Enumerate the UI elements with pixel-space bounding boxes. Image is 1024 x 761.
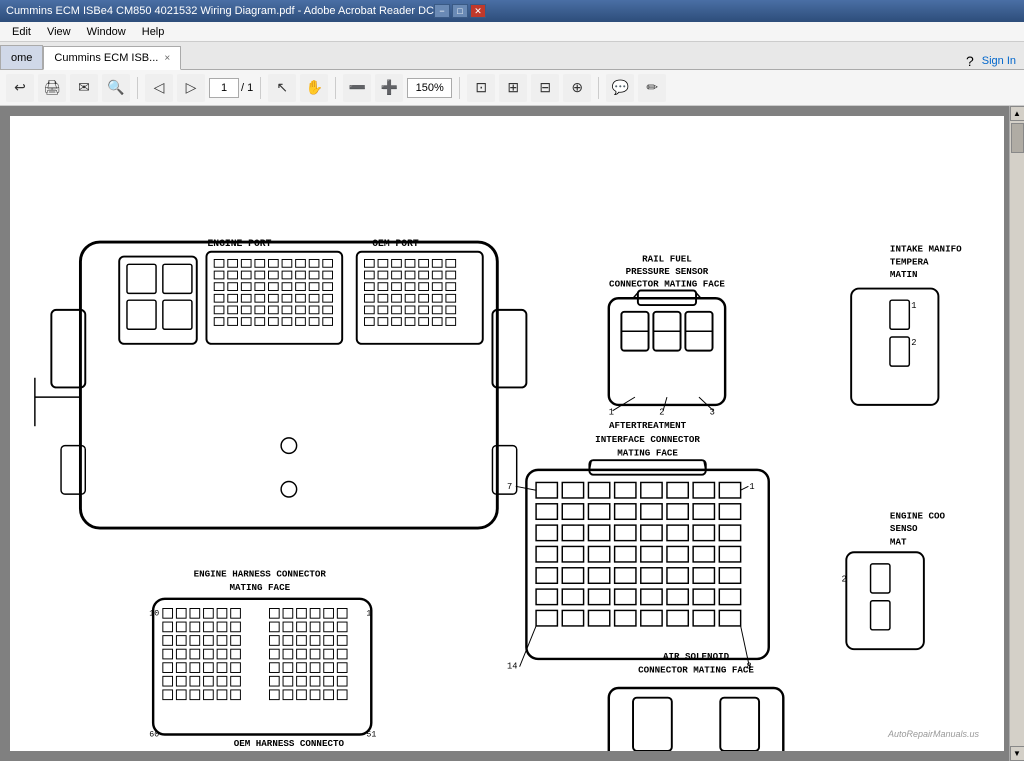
svg-text:MATING FACE: MATING FACE [229, 582, 290, 593]
svg-text:2: 2 [911, 338, 916, 348]
svg-text:TEMPERA: TEMPERA [890, 256, 929, 267]
svg-text:INTAKE MANIFO: INTAKE MANIFO [890, 244, 962, 255]
fit-width-button[interactable]: ⊞ [499, 74, 527, 102]
page-input[interactable] [209, 78, 239, 98]
toolbar: ↩ 🖨 ✉ 🔍 ◁ ▷ / 1 ↖ ✋ ➖ ➕ ⊡ ⊞ ⊟ ⊕ 💬 ✏ [0, 70, 1024, 106]
separator-1 [137, 77, 138, 99]
hand-tool-button[interactable]: ✋ [300, 74, 328, 102]
svg-text:10: 10 [149, 609, 159, 618]
next-page-button[interactable]: ▷ [177, 74, 205, 102]
home-tab[interactable]: ome [0, 45, 43, 69]
menu-window[interactable]: Window [79, 24, 134, 40]
ecm-module: ENGINE PORT OEM PORT [51, 238, 526, 528]
fit-page-button[interactable]: ⊡ [467, 74, 495, 102]
zoom-in-button[interactable]: ➕ [375, 74, 403, 102]
sign-in-link[interactable]: Sign In [982, 55, 1016, 67]
technical-drawing: ENGINE PORT OEM PORT RAIL FUEL PRESSURE … [10, 116, 1004, 751]
menu-edit[interactable]: Edit [4, 24, 39, 40]
intake-manifold-connector: INTAKE MANIFO TEMPERA MATIN 1 2 [851, 244, 962, 405]
fit-window-button[interactable]: ⊟ [531, 74, 559, 102]
draw-button[interactable]: ✏ [638, 74, 666, 102]
svg-text:1: 1 [749, 482, 754, 492]
title-bar: Cummins ECM ISBe4 CM850 4021532 Wiring D… [0, 0, 1024, 22]
tab-bar: ome Cummins ECM ISB... × ? Sign In [0, 42, 1024, 70]
separator-2 [260, 77, 261, 99]
zoom-input[interactable] [407, 78, 452, 98]
minimize-button[interactable]: − [434, 4, 450, 18]
svg-text:CONNECTOR MATING FACE: CONNECTOR MATING FACE [638, 664, 754, 675]
svg-text:MAT: MAT [890, 537, 907, 548]
svg-text:SENSO: SENSO [890, 523, 918, 534]
menu-help[interactable]: Help [134, 24, 173, 40]
search-button[interactable]: 🔍 [102, 74, 130, 102]
scroll-down-button[interactable]: ▼ [1010, 746, 1024, 761]
select-tool-button[interactable]: ↖ [268, 74, 296, 102]
svg-text:51: 51 [366, 730, 376, 739]
svg-text:RAIL FUEL: RAIL FUEL [642, 253, 692, 264]
title-bar-controls: − □ ✕ [434, 4, 486, 18]
main-area: ENGINE PORT OEM PORT RAIL FUEL PRESSURE … [0, 106, 1024, 761]
separator-5 [598, 77, 599, 99]
watermark: AutoRepairManuals.us [888, 729, 979, 739]
print-button[interactable]: 🖨 [38, 74, 66, 102]
aftertreatment-connector: AFTERTREATMENT INTERFACE CONNECTOR MATIN… [507, 420, 769, 671]
svg-text:MATING FACE: MATING FACE [617, 447, 678, 458]
svg-text:1: 1 [609, 408, 614, 418]
menu-view[interactable]: View [39, 24, 79, 40]
email-button[interactable]: ✉ [70, 74, 98, 102]
scrollbar[interactable]: ▲ ▼ [1009, 106, 1024, 761]
svg-text:MATIN: MATIN [890, 269, 918, 280]
scroll-up-button[interactable]: ▲ [1010, 106, 1024, 121]
zoom-out-button[interactable]: ➖ [343, 74, 371, 102]
svg-text:AFTERTREATMENT: AFTERTREATMENT [609, 420, 687, 431]
engine-harness-connector: ENGINE HARNESS CONNECTOR MATING FACE [149, 568, 376, 739]
back-button[interactable]: ↩ [6, 74, 34, 102]
svg-text:60: 60 [149, 730, 159, 739]
oem-port-label: OEM PORT [372, 238, 419, 249]
comment-button[interactable]: 💬 [606, 74, 634, 102]
tab-right-controls: ? Sign In [958, 53, 1024, 69]
scroll-thumb[interactable] [1011, 123, 1024, 153]
menu-bar: Edit View Window Help [0, 22, 1024, 42]
engine-port-label: ENGINE PORT [207, 238, 271, 249]
svg-text:ENGINE HARNESS CONNECTOR: ENGINE HARNESS CONNECTOR [194, 568, 327, 579]
close-button[interactable]: ✕ [470, 4, 486, 18]
tab-close-button[interactable]: × [164, 53, 170, 64]
help-icon[interactable]: ? [966, 53, 974, 69]
title-bar-text: Cummins ECM ISBe4 CM850 4021532 Wiring D… [6, 5, 434, 17]
svg-text:INTERFACE CONNECTOR: INTERFACE CONNECTOR [595, 434, 700, 445]
page-total: / 1 [241, 82, 253, 94]
maximize-button[interactable]: □ [452, 4, 468, 18]
engine-coolant-connector: ENGINE COO SENSO MAT 2 [841, 510, 945, 649]
separator-4 [459, 77, 460, 99]
svg-text:14: 14 [507, 662, 517, 672]
svg-text:CONNECTOR MATING FACE: CONNECTOR MATING FACE [609, 279, 725, 290]
rotate-button[interactable]: ⊕ [563, 74, 591, 102]
separator-3 [335, 77, 336, 99]
svg-text:ENGINE COO: ENGINE COO [890, 510, 946, 521]
prev-page-button[interactable]: ◁ [145, 74, 173, 102]
home-tab-label: ome [11, 52, 32, 64]
pdf-page: ENGINE PORT OEM PORT RAIL FUEL PRESSURE … [10, 116, 1004, 751]
rail-fuel-connector: RAIL FUEL PRESSURE SENSOR CONNECTOR MATI… [609, 253, 726, 417]
svg-text:1: 1 [911, 301, 916, 311]
svg-text:7: 7 [507, 482, 512, 492]
document-tab[interactable]: Cummins ECM ISB... × [43, 46, 181, 70]
air-solenoid-connector: AIR SOLENOID CONNECTOR MATING FACE 1 4 [607, 651, 783, 751]
tab-label: Cummins ECM ISB... [54, 52, 158, 64]
svg-text:OEM HARNESS CONNECTO: OEM HARNESS CONNECTO [234, 738, 345, 749]
svg-text:2: 2 [841, 574, 846, 584]
drawing-area: ENGINE PORT OEM PORT RAIL FUEL PRESSURE … [10, 116, 1004, 751]
svg-text:1: 1 [366, 609, 371, 618]
page-nav: / 1 [209, 78, 253, 98]
svg-text:AIR SOLENOID: AIR SOLENOID [663, 651, 730, 662]
svg-text:PRESSURE SENSOR: PRESSURE SENSOR [626, 266, 709, 277]
